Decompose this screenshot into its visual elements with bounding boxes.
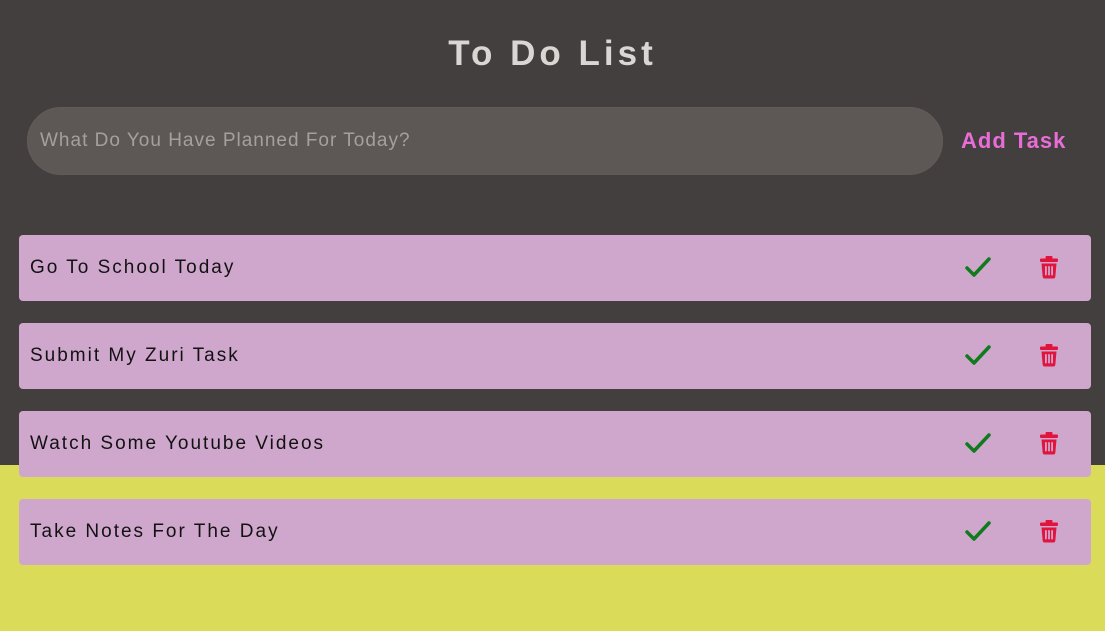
task-item: Submit My Zuri Task bbox=[19, 323, 1091, 389]
task-label: Take Notes For The Day bbox=[30, 521, 280, 542]
check-icon[interactable] bbox=[963, 428, 993, 458]
task-item: Watch Some Youtube Videos bbox=[19, 411, 1091, 477]
check-icon[interactable] bbox=[963, 252, 993, 282]
add-task-button[interactable]: Add Task bbox=[955, 121, 1072, 161]
task-item: Take Notes For The Day bbox=[19, 499, 1091, 565]
task-label: Watch Some Youtube Videos bbox=[30, 433, 326, 454]
task-list: Go To School Today Submit My Zuri Task W… bbox=[19, 235, 1091, 587]
check-icon[interactable] bbox=[963, 340, 993, 370]
task-input[interactable] bbox=[27, 107, 943, 175]
task-item: Go To School Today bbox=[19, 235, 1091, 301]
trash-icon[interactable] bbox=[1034, 428, 1064, 458]
check-icon[interactable] bbox=[963, 516, 993, 546]
task-label: Go To School Today bbox=[30, 257, 236, 278]
page-title: To Do List bbox=[448, 34, 657, 73]
task-label: Submit My Zuri Task bbox=[30, 345, 240, 366]
trash-icon[interactable] bbox=[1034, 516, 1064, 546]
trash-icon[interactable] bbox=[1034, 252, 1064, 282]
trash-icon[interactable] bbox=[1034, 340, 1064, 370]
task-entry-row: Add Task bbox=[27, 107, 1087, 177]
